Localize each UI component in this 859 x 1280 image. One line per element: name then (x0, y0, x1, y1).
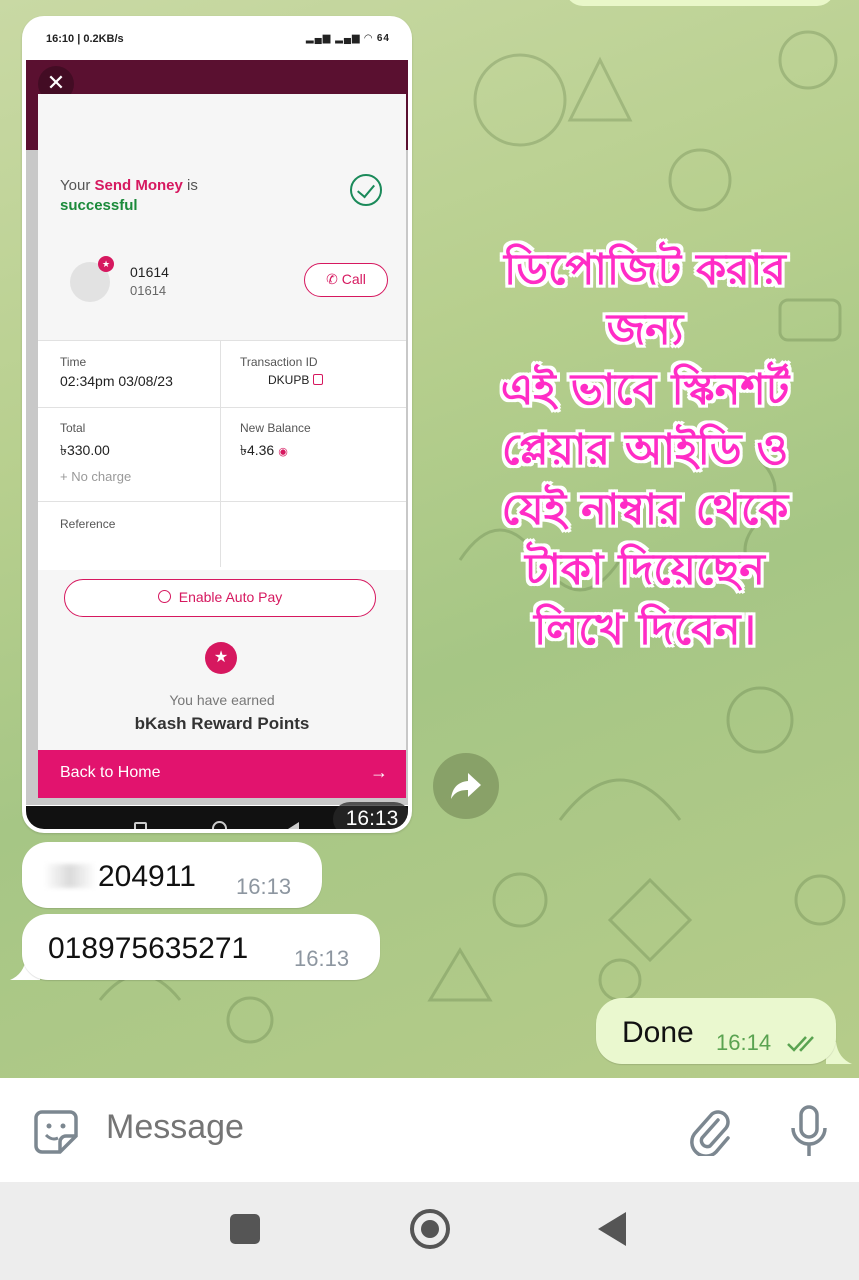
call-label: Call (341, 271, 366, 287)
eye-icon: ◉ (278, 446, 288, 458)
charge-note: + No charge (60, 469, 132, 484)
paperclip-icon[interactable] (688, 1106, 732, 1156)
sticker-line: এই ভাবে স্কিনশর্ট (500, 365, 790, 415)
account-number-secondary: 01614 (130, 283, 167, 298)
forward-icon (451, 773, 481, 799)
call-button: ✆ Call (304, 263, 388, 297)
transaction-details: Time 02:34pm 03/08/23 Transaction ID DKU… (38, 340, 406, 570)
sticker-line: জন্য (606, 305, 684, 355)
total-cell: Total ৳330.00 + No charge (60, 421, 131, 484)
sticker-line: যেই নাম্বার থেকে (501, 485, 789, 535)
check-circle-icon (350, 174, 382, 206)
back-to-home-button: Back to Home → (38, 750, 406, 798)
txid-label: Transaction ID (240, 355, 318, 369)
txid-value: DKUPB (268, 373, 310, 387)
message-time: 16:13 (294, 946, 350, 971)
back-icon (288, 822, 299, 829)
autopay-icon (157, 590, 171, 603)
success-mid: is (182, 177, 198, 194)
reward-star-icon: ★ (205, 642, 237, 674)
success-status: successful (60, 197, 138, 214)
transaction-card: Your Send Money is successful ★ 01614 01… (38, 94, 406, 754)
success-prefix: Your (60, 177, 95, 194)
status-left-text: 16:10 | 0.2KB/s (46, 33, 124, 45)
system-navigation-bar (0, 1182, 859, 1280)
redacted-digits (44, 864, 96, 888)
message-time: 16:13 (236, 874, 292, 899)
sticker-line: প্লেয়ার আইডি ও (501, 425, 789, 475)
enable-auto-pay-button: Enable Auto Pay (64, 579, 376, 617)
back-home-label: Back to Home (60, 764, 161, 781)
recents-icon (134, 822, 147, 829)
star-badge-icon: ★ (98, 256, 114, 272)
microphone-icon[interactable] (788, 1104, 830, 1160)
total-value: ৳330.00 (60, 442, 110, 458)
balance-label: New Balance (240, 421, 311, 435)
double-check-icon (787, 1036, 814, 1052)
reward-points-text: bKash Reward Points (134, 714, 310, 733)
arrow-right-icon: → (370, 762, 388, 782)
message-text: 018975635271 (48, 932, 249, 965)
image-message[interactable]: 16:10 | 0.2KB/s ▂▄▆ ▂▄▆ ◠ 64 ✕ Your Send… (22, 16, 412, 833)
sticker-line: ডিপোজিট করার (504, 245, 786, 295)
incoming-message[interactable]: 018975635271 16:13 (22, 914, 380, 980)
message-text: 204911 (98, 860, 196, 893)
sticker-icon[interactable] (32, 1108, 80, 1156)
earned-text: You have earned (169, 692, 275, 708)
outgoing-message[interactable]: Done 16:14 (596, 998, 836, 1064)
balance-cell: New Balance ৳4.36 ◉ (240, 421, 311, 463)
forward-button[interactable] (433, 753, 499, 819)
recents-icon[interactable] (230, 1214, 260, 1244)
reference-label: Reference (60, 517, 116, 531)
message-text: Done (622, 1016, 694, 1049)
bengali-sticker-text: ডিপোজিট করার জন্য এই ভাবে স্কিনশর্ট প্লে… (440, 240, 850, 660)
battery-level: 64 (376, 33, 390, 44)
reference-cell: Reference (60, 517, 115, 531)
previous-message-bubble (565, 0, 835, 6)
message-input-bar (0, 1078, 859, 1182)
image-timestamp: 16:13 (333, 802, 408, 829)
incoming-message[interactable]: 204911 16:13 (22, 842, 322, 908)
divider (38, 407, 406, 408)
sticker-line: লিখে দিবেন। (534, 605, 756, 655)
bkash-screenshot: 16:10 | 0.2KB/s ▂▄▆ ▂▄▆ ◠ 64 ✕ Your Send… (26, 20, 408, 829)
success-highlight: Send Money (94, 177, 183, 194)
message-input[interactable] (106, 1108, 646, 1147)
total-label: Total (60, 421, 86, 435)
message-time: 16:14 (716, 1030, 772, 1055)
home-icon (212, 821, 227, 829)
balance-value: ৳4.36 (240, 442, 275, 458)
success-message: Your Send Money is successful (60, 176, 198, 216)
divider (220, 341, 221, 567)
txid-cell: Transaction ID DKUPB (240, 355, 324, 387)
sticker-line: টাকা দিয়েছেন (525, 545, 765, 595)
home-icon[interactable] (410, 1209, 450, 1249)
copy-icon (313, 374, 324, 385)
time-cell: Time 02:34pm 03/08/23 (60, 355, 173, 389)
divider (38, 501, 406, 502)
avatar: ★ (70, 256, 114, 302)
back-icon[interactable] (598, 1212, 626, 1246)
autopay-label: Enable Auto Pay (178, 589, 283, 605)
account-number: 01614 (130, 264, 169, 280)
signal-icon: ▂▄▆ ▂▄▆ ◠ (305, 33, 377, 44)
phone-icon: ✆ (326, 271, 342, 287)
screenshot-status-bar: 16:10 | 0.2KB/s ▂▄▆ ▂▄▆ ◠ 64 (26, 20, 408, 60)
time-label: Time (60, 355, 87, 369)
status-right-text: ▂▄▆ ▂▄▆ ◠ 64 (306, 33, 390, 44)
time-value: 02:34pm 03/08/23 (60, 373, 173, 389)
chat-area: 16:10 | 0.2KB/s ▂▄▆ ▂▄▆ ◠ 64 ✕ Your Send… (0, 0, 859, 1078)
